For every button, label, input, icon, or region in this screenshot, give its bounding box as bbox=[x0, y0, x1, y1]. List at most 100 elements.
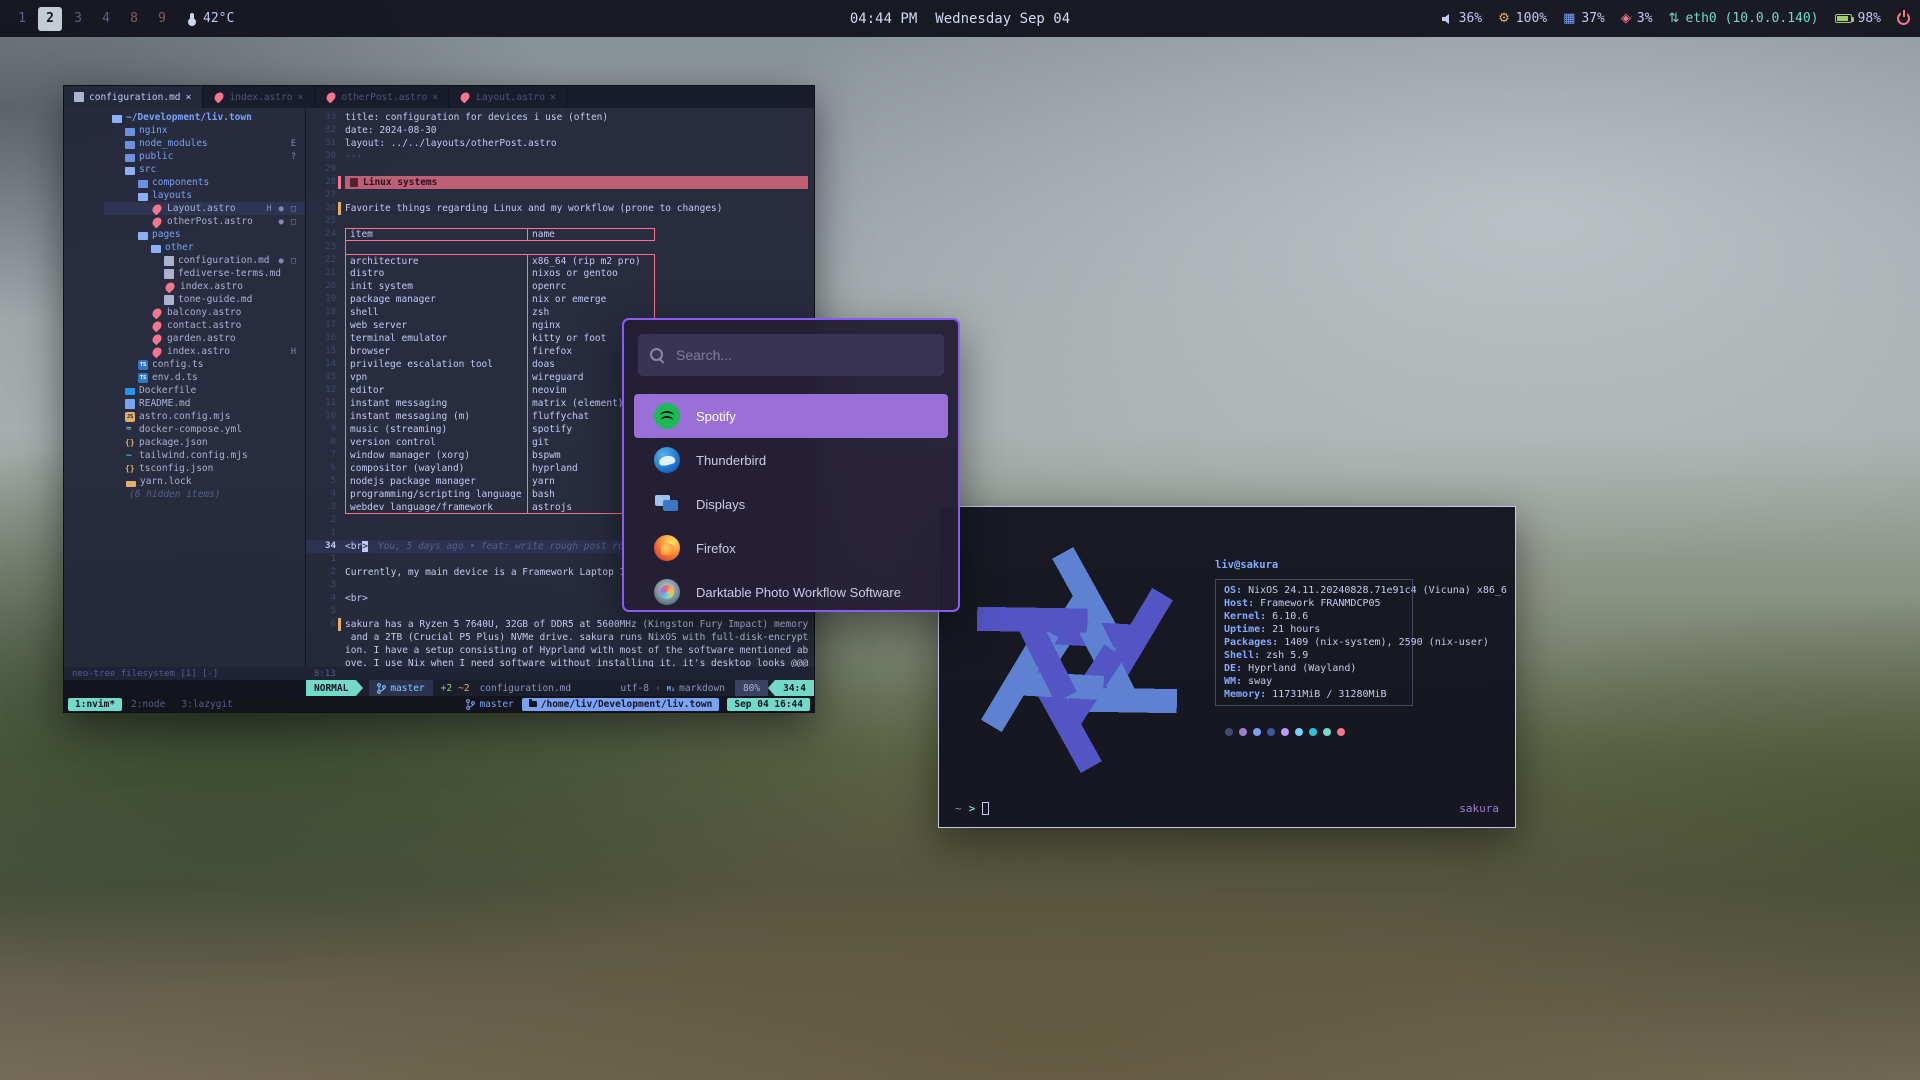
workspace-button[interactable]: 4 bbox=[94, 7, 118, 31]
shell-prompt[interactable]: ~ > sakura bbox=[955, 802, 1499, 815]
line-number: 32 bbox=[306, 124, 336, 137]
file-tree-item[interactable]: otherPost.astro ● □ bbox=[104, 215, 305, 228]
workspace-button[interactable]: 9 bbox=[150, 7, 174, 31]
lock-file-icon bbox=[126, 481, 136, 487]
file-tree-item[interactable]: config.ts bbox=[104, 358, 305, 371]
brightness-module[interactable]: ⚙ 100% bbox=[1498, 11, 1547, 26]
json-file-icon bbox=[125, 464, 135, 474]
markdown-table-header: item name bbox=[345, 228, 655, 241]
launcher-app-item[interactable]: Spotify bbox=[634, 394, 948, 438]
file-tree-item[interactable]: components bbox=[104, 176, 305, 189]
line-number: 20 bbox=[306, 280, 336, 293]
file-tree-item[interactable]: index.astro H bbox=[104, 345, 305, 358]
launcher-app-item[interactable]: Darktable Photo Workflow Software bbox=[634, 570, 948, 612]
astro-file-icon bbox=[151, 215, 164, 228]
terminal-window[interactable]: liv@sakura OS:NixOS 24.11.20240828.71e91… bbox=[938, 506, 1516, 828]
editor-tab[interactable]: index.astro bbox=[203, 86, 315, 108]
workspace-button[interactable]: 2 bbox=[38, 7, 62, 31]
launcher-app-item[interactable]: Thunderbird bbox=[634, 438, 948, 482]
editor-tab[interactable]: otherPost.astro bbox=[315, 86, 450, 108]
file-tree-item[interactable]: tailwind.config.mjs bbox=[104, 449, 305, 462]
readme-file-icon bbox=[125, 399, 135, 409]
file-tree-item[interactable]: tone-guide.md bbox=[104, 293, 305, 306]
file-tree-item[interactable]: astro.config.mjs bbox=[104, 410, 305, 423]
fetch-label: Memory: bbox=[1224, 689, 1266, 700]
file-tree-item[interactable]: yarn.lock bbox=[104, 475, 305, 488]
file-tree-label: ~/Development/liv.town bbox=[126, 112, 252, 123]
line-number: 5 bbox=[306, 605, 336, 618]
folder-icon bbox=[125, 154, 135, 162]
file-tree-item[interactable]: fediverse-terms.md bbox=[104, 267, 305, 280]
file-tree-item[interactable]: src bbox=[104, 163, 305, 176]
file-tree-item[interactable]: tsconfig.json bbox=[104, 462, 305, 475]
network-module[interactable]: ⇅ eth0 (10.0.0.140) bbox=[1669, 11, 1819, 26]
palette-dot bbox=[1239, 728, 1247, 736]
file-tree-label: Dockerfile bbox=[139, 385, 196, 396]
file-tree-item[interactable]: configuration.md ● □ bbox=[104, 254, 305, 267]
tmux-window[interactable]: 1:nvim* bbox=[68, 698, 122, 711]
launcher-app-item[interactable]: Firefox bbox=[634, 526, 948, 570]
editor-tab[interactable]: configuration.md bbox=[64, 86, 203, 108]
workspace-button[interactable]: 8 bbox=[122, 7, 146, 31]
line-number: 1 bbox=[306, 553, 336, 566]
line-number: 23 bbox=[306, 241, 336, 254]
launcher-search-box[interactable] bbox=[638, 334, 944, 376]
tab-close-icon[interactable] bbox=[550, 92, 556, 103]
table-cell-item: programming/scripting language bbox=[346, 488, 528, 501]
cursor-line-number: 34 bbox=[306, 540, 336, 553]
fetch-label: Kernel: bbox=[1224, 611, 1266, 622]
file-tree-item[interactable]: docker-compose.yml bbox=[104, 423, 305, 436]
volume-module[interactable]: 36% bbox=[1441, 11, 1482, 26]
file-tree-item[interactable]: Layout.astro H ● □ bbox=[104, 202, 305, 215]
git-branch-segment[interactable]: master bbox=[369, 680, 432, 696]
fetch-info-row: Kernel:6.10.6 bbox=[1224, 610, 1404, 623]
editor-tab[interactable]: Layout.astro bbox=[449, 86, 567, 108]
table-row: init system openrc bbox=[345, 280, 655, 293]
file-tree-item[interactable]: other bbox=[104, 241, 305, 254]
table-cell-item: web server bbox=[346, 319, 528, 332]
file-tree-item[interactable]: README.md bbox=[104, 397, 305, 410]
file-tree-item[interactable]: env.d.ts bbox=[104, 371, 305, 384]
tab-close-icon[interactable] bbox=[432, 92, 438, 103]
folder-open-icon bbox=[151, 245, 161, 253]
file-tree-item[interactable]: balcony.astro bbox=[104, 306, 305, 319]
table-cell-name: openrc bbox=[528, 280, 654, 293]
workspace-button[interactable]: 3 bbox=[66, 7, 90, 31]
clock-time: 04:44 PM bbox=[850, 11, 917, 27]
table-row-line: 19 package manager nix or emerge bbox=[306, 293, 814, 306]
file-tree-item[interactable]: (6 hidden items) bbox=[104, 488, 305, 501]
file-tree-item[interactable]: garden.astro bbox=[104, 332, 305, 345]
file-tree-item[interactable]: contact.astro bbox=[104, 319, 305, 332]
file-tree-item[interactable]: nginx bbox=[104, 124, 305, 137]
file-tree-item[interactable]: layouts bbox=[104, 189, 305, 202]
file-tree-item[interactable]: package.json bbox=[104, 436, 305, 449]
sign-column bbox=[338, 527, 345, 540]
search-input[interactable] bbox=[674, 346, 932, 364]
line-number: 18 bbox=[306, 306, 336, 319]
astro-file-icon bbox=[324, 91, 337, 104]
workspace-button[interactable]: 1 bbox=[10, 7, 34, 31]
launcher-app-item[interactable]: Displays bbox=[634, 482, 948, 526]
clock[interactable]: 04:44 PM Wednesday Sep 04 bbox=[850, 11, 1070, 27]
tmux-window[interactable]: 3:lazygit bbox=[174, 698, 239, 711]
file-tree-item[interactable]: node_modules E bbox=[104, 137, 305, 150]
typescript-file-icon bbox=[138, 373, 148, 383]
cpu-module[interactable]: ▦ 37% bbox=[1563, 11, 1605, 26]
palette-dot bbox=[1281, 728, 1289, 736]
file-tree-item[interactable]: ~/Development/liv.town bbox=[104, 111, 305, 124]
memory-module[interactable]: ◈ 3% bbox=[1621, 11, 1653, 26]
file-tree-item[interactable]: public ? bbox=[104, 150, 305, 163]
temperature-module[interactable]: 42°C bbox=[190, 11, 234, 26]
power-module[interactable] bbox=[1897, 12, 1910, 25]
file-tree-item[interactable]: Dockerfile bbox=[104, 384, 305, 397]
tab-close-icon[interactable] bbox=[297, 92, 303, 103]
table-cell-item: terminal emulator bbox=[346, 332, 528, 345]
file-tree-item[interactable]: pages bbox=[104, 228, 305, 241]
launcher-app-label: Firefox bbox=[696, 541, 736, 556]
file-tree-item[interactable]: index.astro bbox=[104, 280, 305, 293]
battery-module[interactable]: 98% bbox=[1835, 11, 1881, 26]
tmux-window[interactable]: 2:node bbox=[124, 698, 172, 711]
table-row: window manager (xorg) bspwm bbox=[345, 449, 655, 462]
tab-close-icon[interactable] bbox=[186, 92, 192, 103]
cpu-icon: ▦ bbox=[1563, 12, 1575, 25]
